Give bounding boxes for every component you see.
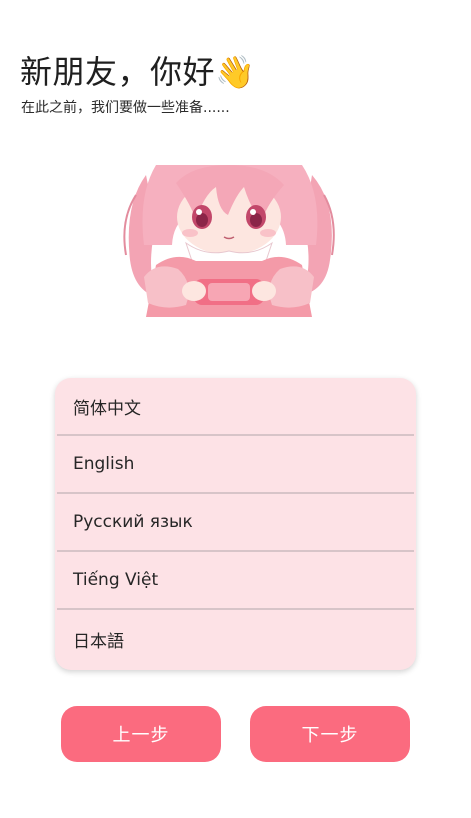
- language-option-ja[interactable]: 日本語: [57, 610, 414, 668]
- language-list: 简体中文 English Русский язык Tiếng Việt 日本語: [55, 378, 416, 670]
- anime-girl-illustration: [123, 165, 335, 317]
- page-title: 新朋友，你好👋: [20, 50, 255, 94]
- title-text: 新朋友，你好: [20, 53, 216, 91]
- page-subtitle: 在此之前，我们要做一些准备......: [21, 100, 230, 116]
- language-label: Tiếng Việt: [73, 570, 159, 590]
- language-label: English: [73, 454, 135, 474]
- next-step-button[interactable]: 下一步: [250, 706, 410, 762]
- language-option-zh-hans[interactable]: 简体中文: [57, 378, 414, 436]
- language-label: 简体中文: [73, 398, 141, 419]
- waving-hand-icon: 👋: [215, 53, 256, 91]
- language-option-en[interactable]: English: [57, 436, 414, 494]
- previous-step-button[interactable]: 上一步: [61, 706, 221, 762]
- language-label: 日本語: [73, 631, 124, 652]
- language-option-vi[interactable]: Tiếng Việt: [57, 552, 414, 610]
- language-option-ru[interactable]: Русский язык: [57, 494, 414, 552]
- language-label: Русский язык: [73, 512, 193, 532]
